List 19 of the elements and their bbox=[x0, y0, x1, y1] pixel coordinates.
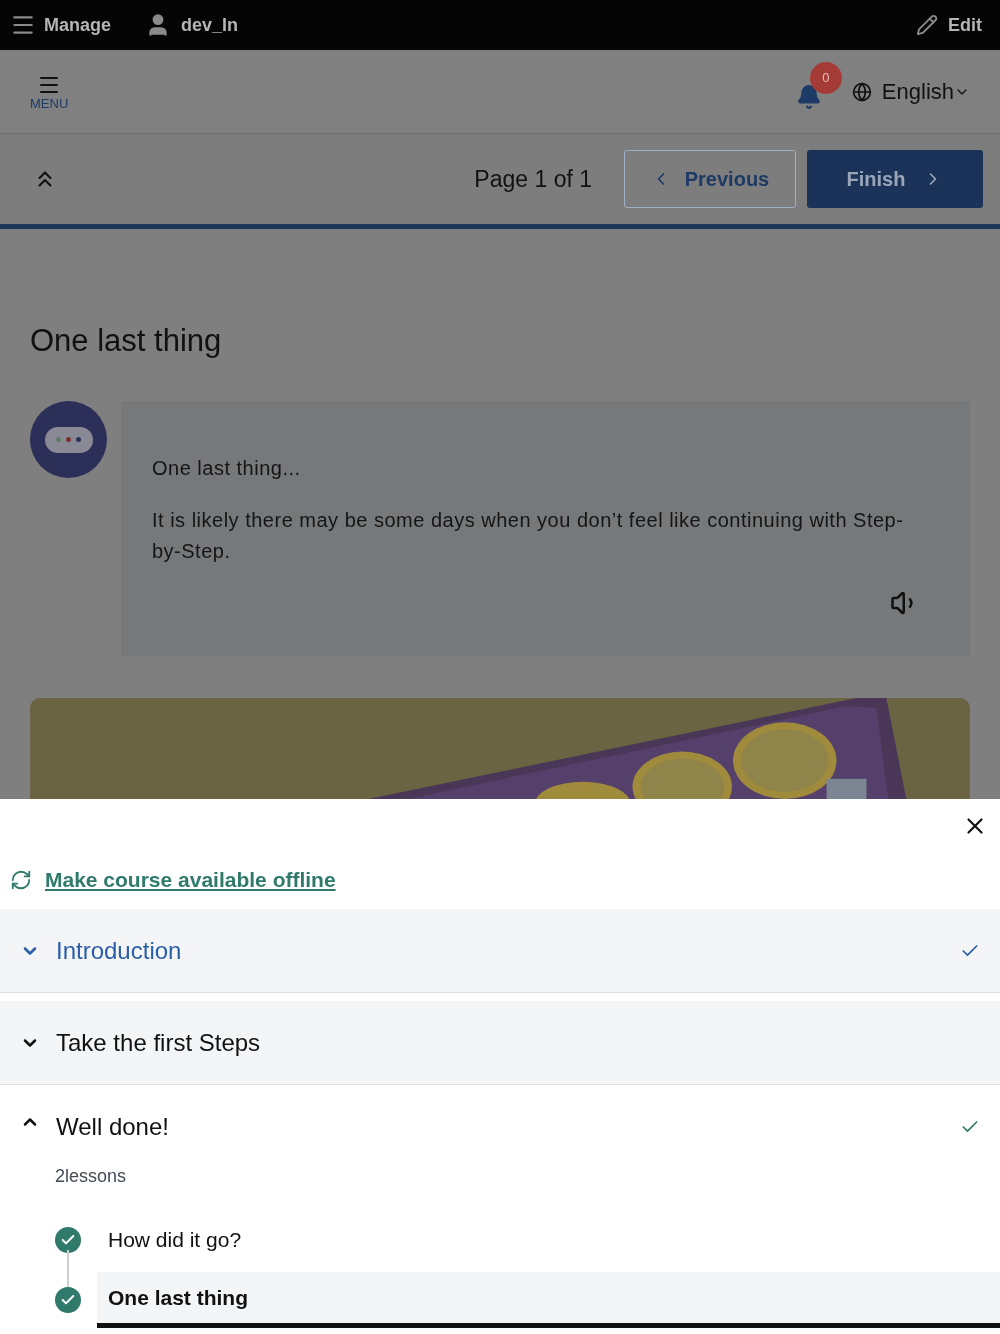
offline-link[interactable]: Make course available offline bbox=[45, 864, 336, 896]
lesson-item[interactable]: How did it go? bbox=[97, 1212, 1000, 1268]
message-text: It is likely there may be some days when you don’t feel like continuing with Step-by-Step. bbox=[152, 508, 905, 564]
pencil-icon bbox=[916, 14, 938, 36]
sync-icon bbox=[10, 869, 32, 891]
edit-link[interactable]: Edit bbox=[948, 11, 982, 39]
notification-badge: 0 bbox=[809, 61, 842, 94]
page-title: One last thing bbox=[30, 322, 223, 360]
user-link[interactable]: dev_In bbox=[181, 11, 239, 39]
page-indicator: Page 1 of 1 bbox=[474, 164, 592, 194]
section-header[interactable]: Take the first Steps bbox=[0, 1001, 1000, 1085]
bell-icon[interactable] bbox=[795, 83, 822, 110]
lesson-item[interactable]: One last thing bbox=[97, 1272, 1000, 1328]
message-text: One last thing... bbox=[152, 456, 302, 481]
section-header[interactable]: Introduction bbox=[0, 909, 1000, 993]
globe-icon bbox=[851, 81, 872, 102]
finish-button[interactable]: Finish bbox=[807, 150, 983, 208]
manage-link[interactable]: Manage bbox=[44, 11, 112, 39]
language-dropdown[interactable]: English bbox=[881, 75, 970, 108]
